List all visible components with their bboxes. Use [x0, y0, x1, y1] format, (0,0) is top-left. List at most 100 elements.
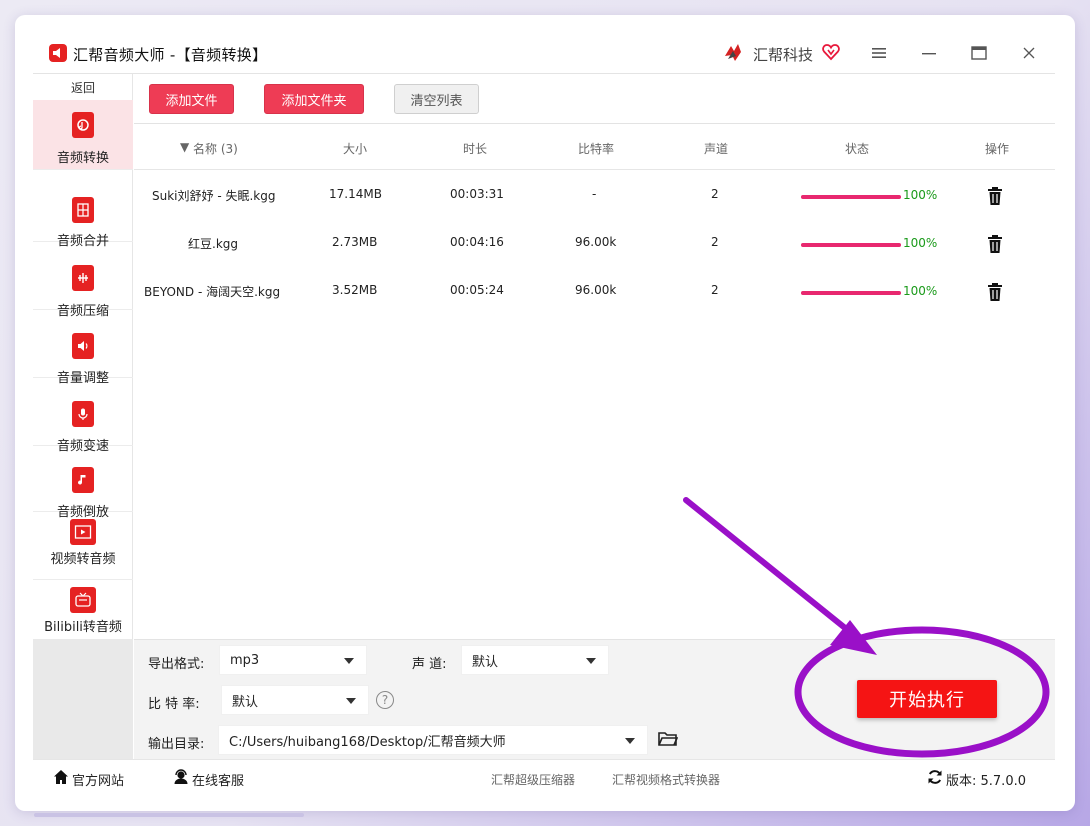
format-select[interactable]: mp3 — [219, 645, 367, 675]
file-name: Suki刘舒妤 - 失眠.kgg — [152, 189, 276, 203]
home-icon — [54, 770, 68, 784]
help-icon[interactable]: ? — [376, 691, 394, 709]
header-size: 大小 — [343, 142, 368, 156]
file-channels: 2 — [711, 187, 719, 201]
video-converter-link[interactable]: 汇帮视频格式转换器 — [612, 771, 720, 788]
add-folder-button[interactable]: 添加文件夹 — [264, 84, 364, 114]
output-path-value: C:/Users/huibang168/Desktop/汇帮音频大师 — [229, 734, 506, 750]
sidebar-item-video-to-audio[interactable]: 视频转音频 — [33, 512, 133, 580]
sidebar-item-label: 音频转换 — [56, 151, 109, 166]
back-button[interactable]: 返回 — [33, 74, 133, 100]
bitrate-select[interactable]: 默认 — [221, 685, 369, 715]
file-size: 17.14MB — [329, 187, 382, 201]
file-name: 红豆.kgg — [188, 237, 238, 251]
file-bitrate: 96.00k — [575, 283, 617, 297]
file-duration: 00:04:16 — [450, 235, 504, 249]
app-window: 汇帮音频大师 -【音频转换】 汇帮科技 返回 音频转换 音频合并 音频压缩 音量… — [15, 15, 1075, 811]
channel-select[interactable]: 默认 — [461, 645, 609, 675]
folder-open-icon[interactable] — [658, 731, 678, 747]
volume-icon — [72, 333, 94, 359]
channel-label: 声 道: — [412, 657, 447, 672]
music-note-icon — [72, 467, 94, 493]
progress-fill — [801, 243, 901, 247]
table-row[interactable]: BEYOND - 海阔天空.kgg 3.52MB 00:05:24 96.00k… — [134, 268, 1055, 316]
sidebar-item-audio-speed[interactable]: 音频变速 — [33, 378, 133, 454]
output-path-select[interactable]: C:/Users/huibang168/Desktop/汇帮音频大师 — [218, 725, 648, 755]
sidebar-item-volume[interactable]: 音量调整 — [33, 310, 133, 386]
audio-compress-icon — [72, 265, 94, 291]
progress-bar — [801, 195, 901, 199]
close-icon[interactable] — [1017, 41, 1041, 65]
table-row[interactable]: Suki刘舒妤 - 失眠.kgg 17.14MB 00:03:31 - 2 10… — [134, 172, 1055, 220]
tv-icon — [70, 587, 96, 613]
file-bitrate: - — [592, 187, 597, 201]
sidebar: 返回 音频转换 音频合并 音频压缩 音量调整 音频变速 音频倒放 视频转音频 B… — [33, 74, 133, 639]
compressor-link[interactable]: 汇帮超级压缩器 — [491, 771, 575, 788]
sidebar-item-label: 视频转音频 — [50, 552, 116, 567]
header-bitrate: 比特率 — [578, 142, 615, 156]
file-size: 3.52MB — [332, 283, 378, 297]
sidebar-bottom-panel — [33, 639, 133, 759]
brand-name: 汇帮科技 — [753, 46, 814, 64]
website-link[interactable]: 官方网站 — [72, 770, 124, 789]
version-label: 版本: 5.7.0.0 — [946, 774, 1026, 789]
header-status: 状态 — [845, 142, 870, 156]
file-channels: 2 — [711, 235, 719, 249]
footer-bar: 官方网站 在线客服 汇帮超级压缩器 汇帮视频格式转换器 版本: 5.7.0.0 — [33, 759, 1055, 793]
chevron-down-icon — [346, 698, 356, 704]
sidebar-item-audio-convert[interactable]: 音频转换 — [33, 100, 133, 170]
add-file-button[interactable]: 添加文件 — [149, 84, 234, 114]
trash-icon[interactable] — [986, 234, 1004, 254]
audio-merge-icon — [72, 197, 94, 223]
progress-label: 100% — [903, 284, 938, 298]
chevron-down-icon — [586, 658, 596, 664]
start-button[interactable]: 开始执行 — [857, 680, 997, 718]
brand-logo-icon — [725, 44, 741, 61]
maximize-icon[interactable] — [967, 41, 991, 65]
header-duration: 时长 — [463, 142, 488, 156]
app-title: 汇帮音频大师 -【音频转换】 — [73, 46, 268, 64]
microphone-icon — [72, 401, 94, 427]
progress-label: 100% — [903, 188, 938, 202]
video-icon — [70, 519, 96, 545]
output-label: 输出目录: — [148, 737, 205, 752]
sort-down-icon[interactable]: ▼ — [180, 140, 189, 154]
title-bar: 汇帮音频大师 -【音频转换】 汇帮科技 — [15, 15, 1075, 75]
file-name: BEYOND - 海阔天空.kgg — [144, 285, 281, 299]
header-name[interactable]: 名称 (3) — [193, 140, 238, 157]
sidebar-item-bilibili[interactable]: Bilibili转音频 — [33, 580, 133, 639]
header-action: 操作 — [985, 142, 1010, 156]
progress-bar — [801, 291, 901, 295]
progress-fill — [801, 291, 901, 295]
table-row[interactable]: 红豆.kgg 2.73MB 00:04:16 96.00k 2 100% — [134, 220, 1055, 268]
progress-label: 100% — [903, 236, 938, 250]
minimize-icon[interactable] — [917, 41, 941, 65]
chevron-down-icon — [344, 658, 354, 664]
clear-list-button[interactable]: 清空列表 — [394, 84, 479, 114]
trash-icon[interactable] — [986, 282, 1004, 302]
table-header: ▼ 名称 (3) 大小 时长 比特率 声道 状态 操作 — [134, 124, 1055, 170]
progress-fill — [801, 195, 901, 199]
trash-icon[interactable] — [986, 186, 1004, 206]
bitrate-value: 默认 — [232, 694, 259, 710]
header-channels: 声道 — [704, 142, 729, 156]
audio-convert-icon — [72, 112, 94, 138]
sidebar-item-label: Bilibili转音频 — [44, 620, 122, 635]
file-toolbar: 添加文件 添加文件夹 清空列表 — [134, 74, 1055, 124]
hamburger-icon[interactable] — [867, 41, 891, 65]
file-channels: 2 — [711, 283, 719, 297]
sidebar-item-audio-merge[interactable]: 音频合并 — [33, 170, 133, 249]
refresh-icon[interactable] — [927, 769, 943, 785]
taskbar-strip — [34, 813, 304, 817]
heart-vip-icon[interactable] — [822, 43, 840, 61]
file-duration: 00:03:31 — [450, 187, 504, 201]
channel-value: 默认 — [472, 654, 499, 670]
format-value: mp3 — [230, 652, 260, 668]
file-size: 2.73MB — [332, 235, 378, 249]
speaker-logo-icon — [49, 44, 67, 62]
sidebar-item-audio-reverse[interactable]: 音频倒放 — [33, 446, 133, 520]
sidebar-item-audio-compress[interactable]: 音频压缩 — [33, 242, 133, 319]
support-link[interactable]: 在线客服 — [192, 770, 244, 789]
progress-bar — [801, 243, 901, 247]
support-agent-icon — [174, 769, 188, 784]
